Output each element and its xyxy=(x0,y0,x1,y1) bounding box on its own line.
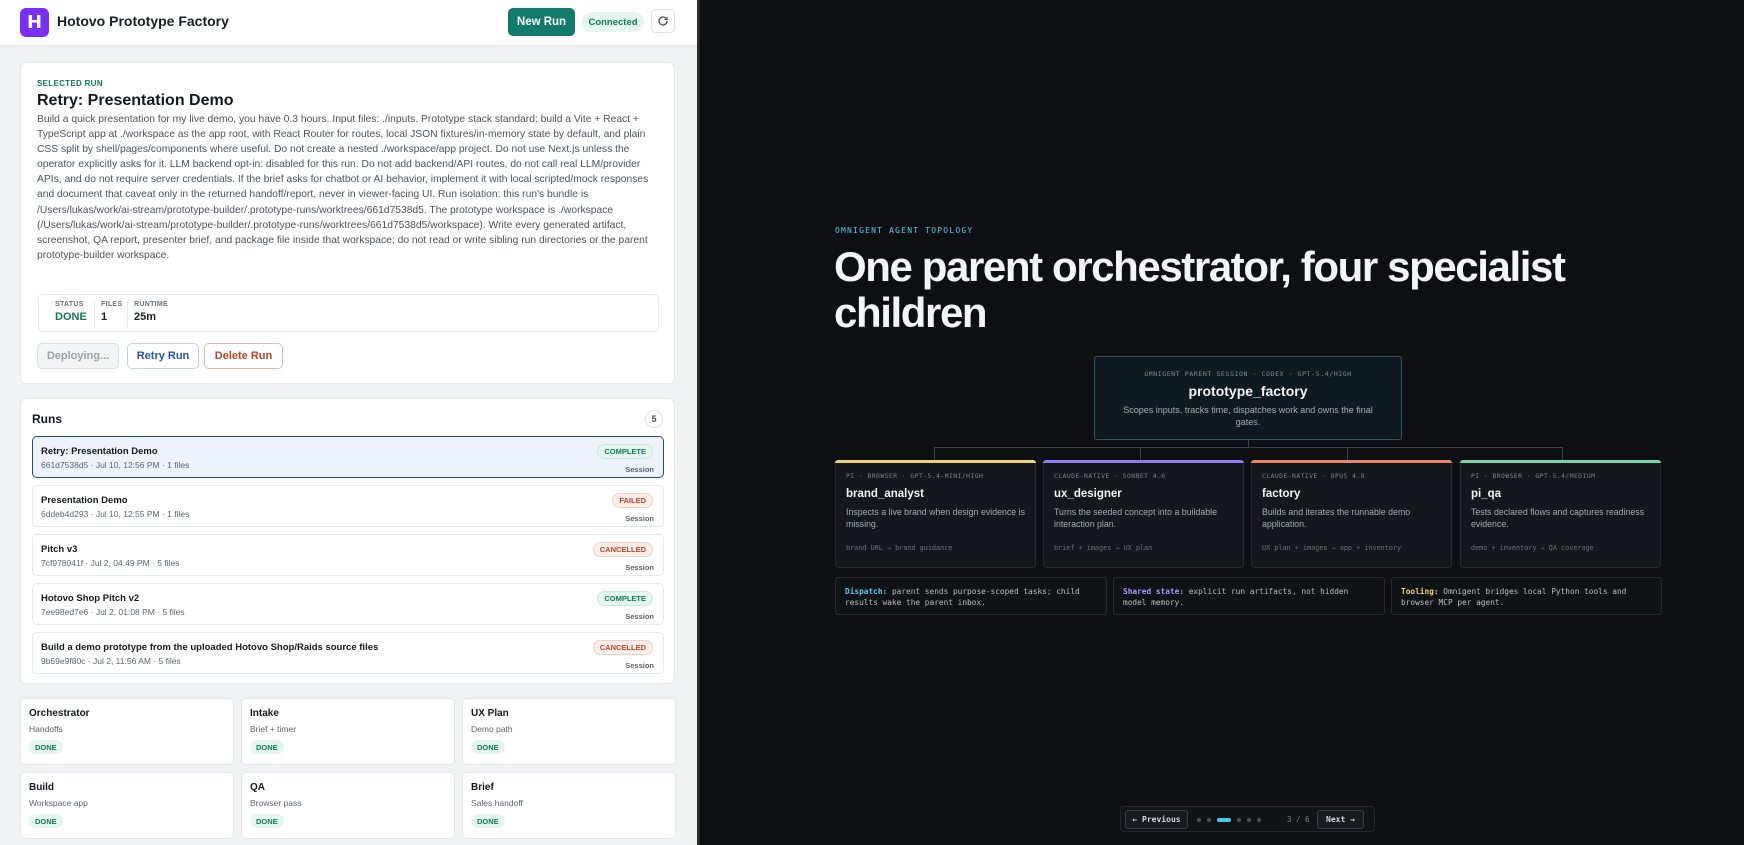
control-panel: H Hotovo Prototype Factory New Run Conne… xyxy=(0,0,697,845)
parent-session-node: OMNIGENT PARENT SESSION · CODEX · GPT-5.… xyxy=(1094,356,1402,440)
slide-dot-1[interactable] xyxy=(1197,818,1201,822)
run-status-badge: COMPLETE xyxy=(597,444,653,459)
stage-status-badge: DONE xyxy=(250,814,284,828)
delete-run-button[interactable]: Delete Run xyxy=(204,343,283,369)
stage-card-intake[interactable]: Intake Brief + timer DONE xyxy=(241,698,455,765)
runs-title: Runs xyxy=(32,412,62,426)
stage-card-ux-plan[interactable]: UX Plan Demo path DONE xyxy=(462,698,676,765)
stage-status-badge: DONE xyxy=(29,814,63,828)
info-tooling: Tooling: Omnigent bridges local Python t… xyxy=(1391,577,1662,615)
deploying-button[interactable]: Deploying... xyxy=(37,343,119,369)
run-row[interactable]: Build a demo prototype from the uploaded… xyxy=(32,632,664,674)
connector-line xyxy=(1562,447,1563,460)
child-accent xyxy=(1251,460,1452,463)
selected-run-kicker: SELECTED RUN xyxy=(37,79,103,88)
run-row[interactable]: Presentation Demo 6ddeb4d293 · Jul 10, 1… xyxy=(32,485,664,527)
stage-card-qa[interactable]: QA Browser pass DONE xyxy=(241,772,455,839)
new-run-button[interactable]: New Run xyxy=(508,8,575,36)
child-node-pi-qa: PI · BROWSER · GPT-5.4/MEDIUM pi_qa Test… xyxy=(1460,460,1661,568)
selected-run-card: SELECTED RUN Retry: Presentation Demo Bu… xyxy=(20,62,675,384)
next-slide-button[interactable]: Next → xyxy=(1317,810,1364,829)
child-node-brand-analyst: PI · BROWSER · GPT-5.4-MINI/HIGH brand_a… xyxy=(835,460,1036,568)
connection-status-badge: Connected xyxy=(582,12,644,32)
stat-runtime: RUNTIME 25m xyxy=(134,301,168,323)
retry-run-button[interactable]: Retry Run xyxy=(127,343,199,369)
app-logo: H xyxy=(20,8,49,37)
previous-slide-button[interactable]: ← Previous xyxy=(1125,810,1188,829)
stage-status-badge: DONE xyxy=(471,814,505,828)
session-link[interactable]: Session xyxy=(625,612,654,621)
child-node-factory: CLAUDE-NATIVE · OPUS 4.8 factory Builds … xyxy=(1251,460,1452,568)
connector-line xyxy=(934,447,935,460)
slide-kicker: OMNIGENT AGENT TOPOLOGY xyxy=(835,226,974,235)
slide-dot-6[interactable] xyxy=(1257,818,1261,822)
stage-status-badge: DONE xyxy=(471,740,505,754)
child-accent xyxy=(1043,460,1244,463)
slide-pager: ← Previous 3 / 6 Next → xyxy=(1120,806,1375,832)
slide-dot-5[interactable] xyxy=(1247,818,1251,822)
session-link[interactable]: Session xyxy=(625,465,654,474)
stat-files: FILES 1 xyxy=(101,301,123,323)
page-indicator: 3 / 6 xyxy=(1287,815,1310,824)
run-status-badge: FAILED xyxy=(612,493,653,508)
presentation-slide: OMNIGENT AGENT TOPOLOGY One parent orche… xyxy=(700,0,1744,845)
child-node-ux-designer: CLAUDE-NATIVE · SONNET 4.6 ux_designer T… xyxy=(1043,460,1244,568)
run-status-badge: CANCELLED xyxy=(592,640,653,655)
info-dispatch: Dispatch: parent sends purpose-scoped ta… xyxy=(835,577,1107,615)
session-link[interactable]: Session xyxy=(625,563,654,572)
app-title: Hotovo Prototype Factory xyxy=(57,13,229,29)
session-link[interactable]: Session xyxy=(625,661,654,670)
connector-line xyxy=(1140,447,1141,460)
slide-dot-2[interactable] xyxy=(1207,818,1211,822)
session-link[interactable]: Session xyxy=(625,514,654,523)
slide-headline: One parent orchestrator, four specialist… xyxy=(834,243,1566,336)
run-stats: STATUS DONE FILES 1 RUNTIME 25m xyxy=(38,294,659,332)
child-accent xyxy=(1460,460,1661,463)
refresh-icon xyxy=(658,16,668,26)
top-bar: H Hotovo Prototype Factory New Run Conne… xyxy=(0,0,697,46)
info-shared-state: Shared state: explicit run artifacts, no… xyxy=(1113,577,1385,615)
run-row[interactable]: Hotovo Shop Pitch v2 7ee98ed7e6 · Jul 2,… xyxy=(32,583,664,625)
connector-line xyxy=(1248,440,1249,448)
slide-dot-4[interactable] xyxy=(1237,818,1241,822)
connector-line xyxy=(1347,447,1348,460)
stage-card-orchestrator[interactable]: Orchestrator Handoffs DONE xyxy=(20,698,234,765)
stat-status: STATUS DONE xyxy=(55,301,87,323)
runs-card: Runs 5 Retry: Presentation Demo 661d7538… xyxy=(20,398,675,684)
stage-card-brief[interactable]: Brief Sales handoff DONE xyxy=(462,772,676,839)
run-status-badge: CANCELLED xyxy=(592,542,653,557)
stage-status-badge: DONE xyxy=(29,740,63,754)
selected-run-title: Retry: Presentation Demo xyxy=(37,92,234,109)
stage-card-build[interactable]: Build Workspace app DONE xyxy=(20,772,234,839)
child-accent xyxy=(835,460,1036,463)
run-row[interactable]: Pitch v3 7cf978041f · Jul 2, 04:49 PM · … xyxy=(32,534,664,576)
slide-dot-3[interactable] xyxy=(1217,818,1231,822)
runs-count-badge: 5 xyxy=(645,410,663,428)
selected-run-description: Build a quick presentation for my live d… xyxy=(37,114,649,261)
refresh-button[interactable] xyxy=(651,9,675,33)
run-row-selected[interactable]: Retry: Presentation Demo 661d7538d5 · Ju… xyxy=(32,436,664,478)
run-status-badge: COMPLETE xyxy=(597,591,653,606)
stage-status-badge: DONE xyxy=(250,740,284,754)
